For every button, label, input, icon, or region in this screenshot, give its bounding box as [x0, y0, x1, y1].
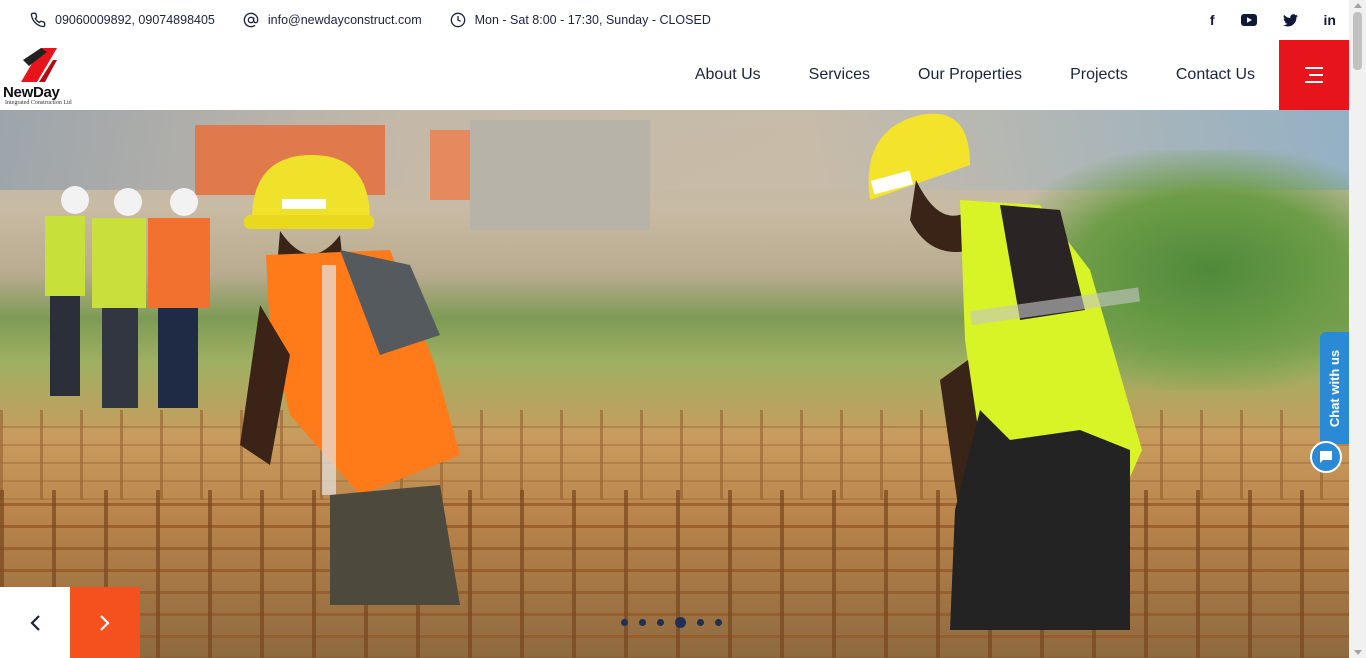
slider-prev-button[interactable]: [0, 587, 70, 658]
slider-dot[interactable]: [715, 619, 722, 626]
opening-hours: Mon - Sat 8:00 - 17:30, Sunday - CLOSED: [474, 13, 711, 27]
facebook-icon[interactable]: f: [1210, 12, 1215, 28]
menu-button[interactable]: [1279, 40, 1349, 110]
linkedin-icon[interactable]: in: [1324, 12, 1336, 28]
twitter-icon[interactable]: [1282, 13, 1298, 27]
nav-projects[interactable]: Projects: [1070, 66, 1128, 84]
chat-bubble-icon: [1320, 451, 1332, 463]
worker-left: [240, 155, 460, 605]
nav-about-us[interactable]: About Us: [695, 66, 761, 84]
chat-with-us-tab[interactable]: Chat with us: [1320, 332, 1349, 444]
youtube-icon[interactable]: [1240, 14, 1257, 26]
slider-dots: [621, 617, 722, 628]
nav-our-properties[interactable]: Our Properties: [918, 66, 1022, 84]
at-icon: [243, 12, 259, 28]
page-scrollbar[interactable]: [1349, 0, 1366, 658]
clock-icon: [450, 12, 465, 28]
phone-info[interactable]: 09060009892, 09074898405: [30, 12, 215, 28]
site-header: NewDay Integrated Construction Ltd About…: [0, 40, 1349, 110]
worker-right: [868, 113, 1142, 630]
chevron-right-icon: [100, 614, 110, 631]
nav-contact-us[interactable]: Contact Us: [1176, 66, 1255, 84]
hours-info: Mon - Sat 8:00 - 17:30, Sunday - CLOSED: [450, 12, 711, 28]
background-building: [470, 120, 650, 230]
slider-dot-active[interactable]: [675, 617, 686, 628]
chevron-left-icon: [30, 614, 40, 631]
slider-dot[interactable]: [621, 619, 628, 626]
hamburger-icon: [1305, 67, 1323, 83]
slider-dot[interactable]: [697, 619, 704, 626]
phone-icon: [30, 12, 46, 28]
email-address: info@newdayconstruct.com: [267, 13, 422, 27]
social-links: f in: [1210, 0, 1336, 40]
slider-dot[interactable]: [639, 619, 646, 626]
main-nav: About Us Services Our Properties Project…: [695, 40, 1255, 110]
top-bar: 09060009892, 09074898405 info@newdaycons…: [0, 0, 1349, 40]
phone-numbers: 09060009892, 09074898405: [55, 13, 215, 27]
chat-button[interactable]: [1310, 441, 1342, 473]
logo-tagline: Integrated Construction Ltd: [5, 100, 72, 106]
scroll-down-arrow-icon[interactable]: [1354, 650, 1362, 655]
nav-services[interactable]: Services: [809, 66, 870, 84]
scroll-up-arrow-icon[interactable]: [1354, 3, 1362, 8]
slider-next-button[interactable]: [70, 587, 140, 658]
logo-mark-icon: [21, 48, 57, 82]
scrollbar-thumb[interactable]: [1353, 12, 1362, 70]
email-info[interactable]: info@newdayconstruct.com: [243, 12, 422, 28]
chat-label: Chat with us: [1327, 349, 1342, 427]
slider-dot[interactable]: [657, 619, 664, 626]
logo-brand: NewDay: [3, 84, 60, 101]
background-workers: [45, 186, 210, 408]
hero-slider: [0, 110, 1349, 658]
site-logo[interactable]: NewDay Integrated Construction Ltd: [3, 44, 77, 106]
